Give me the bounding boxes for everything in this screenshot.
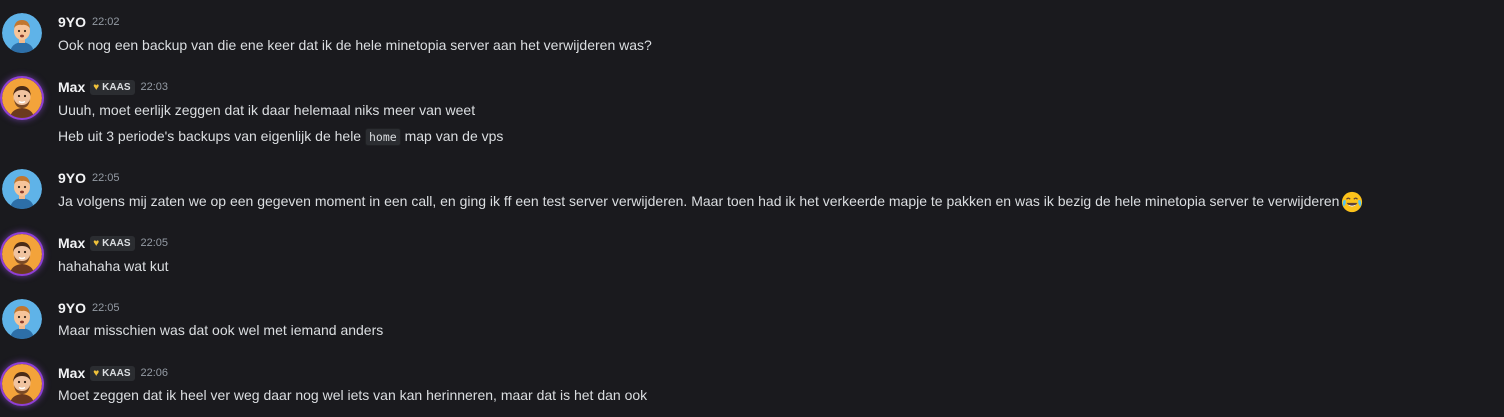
- username[interactable]: 9YO: [58, 170, 86, 186]
- message-text: Moet zeggen dat ik heel ver weg daar nog…: [58, 387, 648, 403]
- timestamp[interactable]: 22:06: [141, 367, 169, 379]
- message-text-part: map van de vps: [404, 128, 504, 144]
- server-tag-label: KAAS: [102, 367, 131, 379]
- message-text: Maar misschien was dat ook wel met ieman…: [58, 322, 384, 338]
- avatar-max-icon[interactable]: [2, 234, 42, 274]
- timestamp[interactable]: 22:05: [92, 302, 120, 314]
- username[interactable]: 9YO: [58, 300, 86, 316]
- inline-code: home: [364, 128, 401, 147]
- timestamp[interactable]: 22:03: [141, 81, 169, 93]
- server-tag[interactable]: ♥ KAAS: [90, 235, 135, 251]
- message-header: 9YO 22:05: [58, 299, 120, 317]
- avatar-9yo-icon[interactable]: [2, 299, 42, 339]
- message-text: hahahaha wat kut: [58, 258, 169, 274]
- joy-emoji-icon[interactable]: [1341, 191, 1363, 213]
- server-tag-label: KAAS: [102, 237, 131, 249]
- message-text: Ja volgens mij zaten we op een gegeven m…: [58, 191, 1363, 213]
- message-header: 9YO 22:02: [58, 13, 120, 31]
- timestamp[interactable]: 22:05: [141, 237, 169, 249]
- username[interactable]: Max: [58, 365, 85, 381]
- timestamp[interactable]: 22:02: [92, 16, 120, 28]
- message-header: Max ♥ KAAS 22:03: [58, 78, 168, 96]
- chat-messages: 9YO 22:02 Ook nog een backup van die ene…: [0, 0, 1504, 417]
- avatar-9yo-icon[interactable]: [2, 169, 42, 209]
- message-text-part: Ja volgens mij zaten we op een gegeven m…: [58, 193, 1340, 209]
- username[interactable]: 9YO: [58, 14, 86, 30]
- server-tag[interactable]: ♥ KAAS: [90, 79, 135, 95]
- message-text-part: Heb uit 3 periode's backups van eigenlij…: [58, 128, 362, 144]
- message-text: Ook nog een backup van die ene keer dat …: [58, 37, 652, 53]
- heart-icon: ♥: [93, 81, 100, 93]
- server-tag[interactable]: ♥ KAAS: [90, 365, 135, 381]
- avatar-max-icon[interactable]: [2, 78, 42, 118]
- message-text: Heb uit 3 periode's backups van eigenlij…: [58, 126, 504, 147]
- heart-icon: ♥: [93, 237, 100, 249]
- message-header: Max ♥ KAAS 22:06: [58, 364, 168, 382]
- avatar-9yo-icon[interactable]: [2, 13, 42, 53]
- timestamp[interactable]: 22:05: [92, 172, 120, 184]
- message-text: Uuuh, moet eerlijk zeggen dat ik daar he…: [58, 102, 476, 118]
- heart-icon: ♥: [93, 367, 100, 379]
- avatar-max-icon[interactable]: [2, 364, 42, 404]
- username[interactable]: Max: [58, 79, 85, 95]
- message-header: 9YO 22:05: [58, 169, 120, 187]
- server-tag-label: KAAS: [102, 81, 131, 93]
- message-header: Max ♥ KAAS 22:05: [58, 234, 168, 252]
- username[interactable]: Max: [58, 235, 85, 251]
